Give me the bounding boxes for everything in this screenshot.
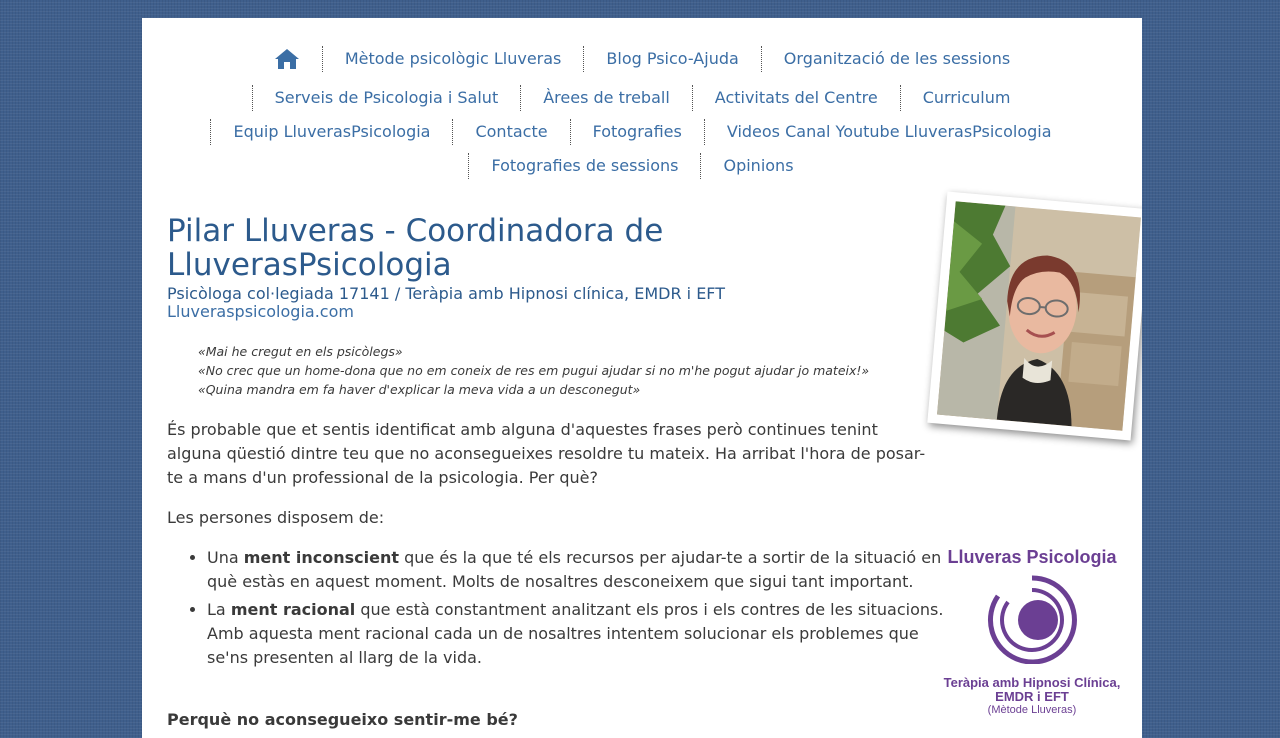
brand-name: Lluveras Psicologia	[947, 547, 1117, 567]
nav-item-metode[interactable]: Mètode psicològic Lluveras	[321, 46, 584, 72]
brand-logo-icon	[987, 575, 1077, 664]
intro-paragraph: És probable que et sentis identificat am…	[167, 420, 926, 487]
bullet-bold: ment racional	[230, 600, 356, 619]
page-title: Pilar Lluveras - Coordinadora de Lluvera…	[167, 213, 664, 283]
nav-row-1: Mètode psicològic Lluveras Blog Psico-Aj…	[142, 46, 1142, 72]
brand-tagline: Teràpia amb Hipnosi Clínica, EMDR i EFT	[943, 675, 1121, 704]
nav-item-serveis[interactable]: Serveis de Psicologia i Salut	[251, 85, 521, 111]
quote-item: «Mai he cregut en els psicòlegs»	[198, 344, 403, 359]
profile-photo	[927, 191, 1142, 441]
nav-item-fotografies-sessions[interactable]: Fotografies de sessions	[468, 153, 700, 179]
nav-item-equip[interactable]: Equip LluverasPsicologia	[210, 119, 452, 145]
quotes-block: «Mai he cregut en els psicòlegs» «No cre…	[198, 342, 869, 399]
nav-item-arees[interactable]: Àrees de treball	[520, 85, 692, 111]
nav-item-organitzacio[interactable]: Organització de les sessions	[760, 46, 1032, 72]
site-link[interactable]: Lluveraspsicologia.com	[167, 303, 354, 321]
profile-photo-image	[937, 201, 1141, 431]
page-container: Mètode psicològic Lluveras Blog Psico-Aj…	[142, 18, 1142, 738]
nav-row-2: Serveis de Psicologia i Salut Àrees de t…	[142, 85, 1142, 111]
quote-item: «No crec que un home-dona que no em cone…	[198, 363, 870, 378]
page-subtitle: Psicòloga col·legiada 17141 / Teràpia am…	[167, 284, 725, 303]
quote-item: «Quina mandra em fa haver d'explicar la …	[198, 382, 641, 397]
bullet-list: Una ment inconscient que és la que té el…	[167, 546, 947, 674]
nav-item-contacte[interactable]: Contacte	[452, 119, 569, 145]
nav-home[interactable]	[252, 46, 322, 72]
nav-item-blog[interactable]: Blog Psico-Ajuda	[583, 46, 760, 72]
brand-subtag: (Mètode Lluveras)	[987, 704, 1077, 716]
nav-row-4: Fotografies de sessions Opinions	[142, 153, 1142, 179]
nav-item-opinions[interactable]: Opinions	[700, 153, 815, 179]
lead-paragraph: Les persones disposem de:	[167, 508, 385, 527]
nav-item-curriculum[interactable]: Curriculum	[899, 85, 1033, 111]
bullet-text: La	[207, 600, 231, 619]
bullet-text: Una	[207, 548, 244, 567]
bullet-bold: ment inconscient	[243, 548, 400, 567]
nav-item-activitats[interactable]: Activitats del Centre	[691, 85, 900, 111]
nav-item-fotografies[interactable]: Fotografies	[569, 119, 704, 145]
home-icon[interactable]	[274, 48, 300, 70]
list-item: Una ment inconscient que és la que té el…	[207, 546, 947, 594]
nav-item-videos[interactable]: Videos Canal Youtube LluverasPsicologia	[703, 119, 1074, 145]
nav-row-3: Equip LluverasPsicologia Contacte Fotogr…	[142, 119, 1142, 145]
list-item: La ment racional que està constantment a…	[207, 598, 947, 670]
